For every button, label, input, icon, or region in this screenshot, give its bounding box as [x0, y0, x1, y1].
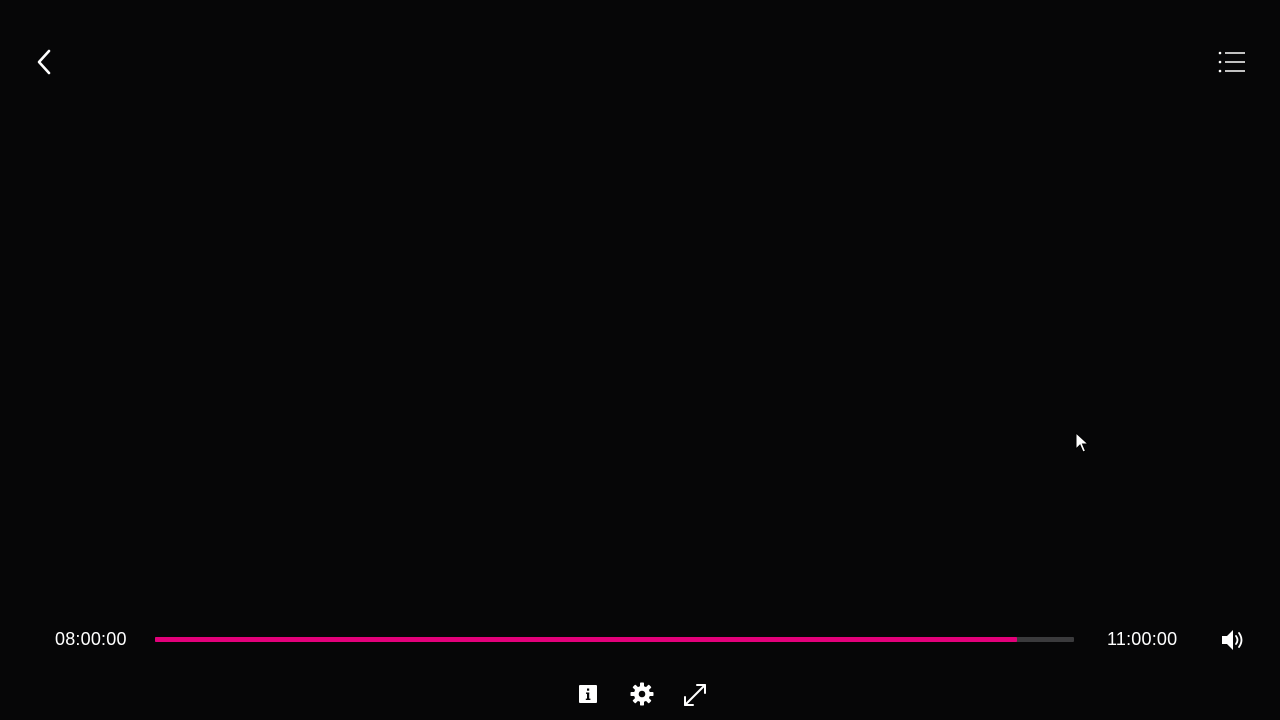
info-icon	[579, 685, 597, 703]
gear-icon	[630, 682, 654, 706]
back-button[interactable]	[28, 44, 60, 80]
end-time: 11:00:00	[1107, 629, 1178, 649]
expand-icon	[684, 684, 706, 706]
bottom-controls	[572, 678, 712, 710]
fullscreen-button[interactable]	[681, 681, 709, 709]
video-player[interactable]: 08:00:00 11:00:00	[0, 0, 1280, 720]
volume-button[interactable]	[1219, 626, 1247, 654]
chevron-left-icon	[37, 49, 51, 75]
progress-bar[interactable]	[155, 637, 1074, 642]
settings-button[interactable]	[629, 681, 655, 707]
list-icon	[1218, 51, 1245, 73]
mouse-cursor-icon	[1075, 432, 1090, 453]
speaker-icon	[1222, 630, 1243, 650]
progress-fill	[155, 637, 1018, 642]
playlist-button[interactable]	[1214, 46, 1250, 78]
start-time: 08:00:00	[55, 629, 127, 649]
info-button[interactable]	[576, 682, 600, 706]
